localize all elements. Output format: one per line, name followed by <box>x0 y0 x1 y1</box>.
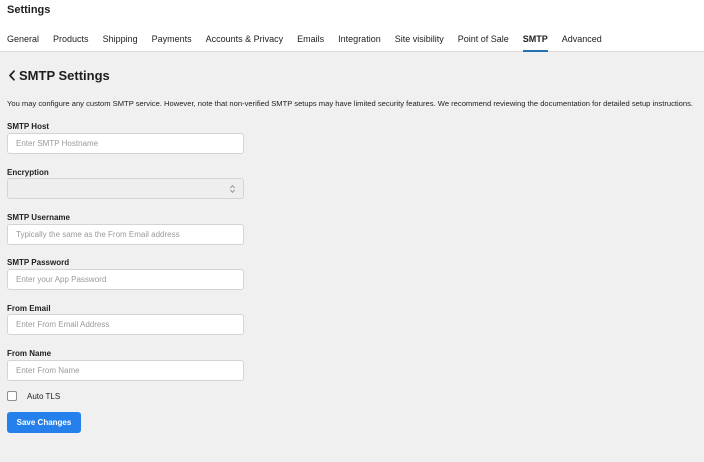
tab-products[interactable]: Products <box>53 28 89 52</box>
smtp-host-input[interactable] <box>7 133 244 154</box>
tab-integration[interactable]: Integration <box>338 28 381 52</box>
tab-general[interactable]: General <box>7 28 39 52</box>
from-email-label: From Email <box>7 304 51 313</box>
from-name-label: From Name <box>7 349 52 358</box>
top-bar: Settings General Products Shipping Payme… <box>0 0 704 52</box>
tab-point-of-sale[interactable]: Point of Sale <box>458 28 509 52</box>
smtp-host-label: SMTP Host <box>7 122 50 131</box>
tab-advanced[interactable]: Advanced <box>562 28 602 52</box>
auto-tls-row: Auto TLS <box>7 391 60 401</box>
smtp-username-label: SMTP Username <box>7 213 70 222</box>
auto-tls-label: Auto TLS <box>27 391 61 401</box>
chevron-left-icon <box>8 70 16 81</box>
smtp-description: You may configure any custom SMTP servic… <box>7 99 694 108</box>
page-title: Settings <box>7 4 51 16</box>
smtp-username-input[interactable] <box>7 224 244 245</box>
from-name-input[interactable] <box>7 360 244 381</box>
tab-site-visibility[interactable]: Site visibility <box>395 28 444 52</box>
encryption-label: Encryption <box>7 168 49 177</box>
from-email-input[interactable] <box>7 314 244 335</box>
tab-accounts-privacy[interactable]: Accounts & Privacy <box>206 28 284 52</box>
smtp-settings-panel: SMTP Settings You may configure any cust… <box>0 52 704 462</box>
tab-shipping[interactable]: Shipping <box>103 28 138 52</box>
auto-tls-checkbox[interactable] <box>7 391 17 401</box>
back-link[interactable]: SMTP Settings <box>8 68 110 83</box>
tab-smtp[interactable]: SMTP <box>522 28 548 52</box>
section-title: SMTP Settings <box>19 68 110 83</box>
save-changes-button[interactable]: Save Changes <box>7 412 81 433</box>
tab-emails[interactable]: Emails <box>297 28 324 52</box>
settings-tabs: General Products Shipping Payments Accou… <box>0 28 609 52</box>
smtp-password-label: SMTP Password <box>7 258 70 267</box>
smtp-password-input[interactable] <box>7 269 244 290</box>
tab-payments[interactable]: Payments <box>152 28 192 52</box>
encryption-select[interactable] <box>7 178 244 199</box>
